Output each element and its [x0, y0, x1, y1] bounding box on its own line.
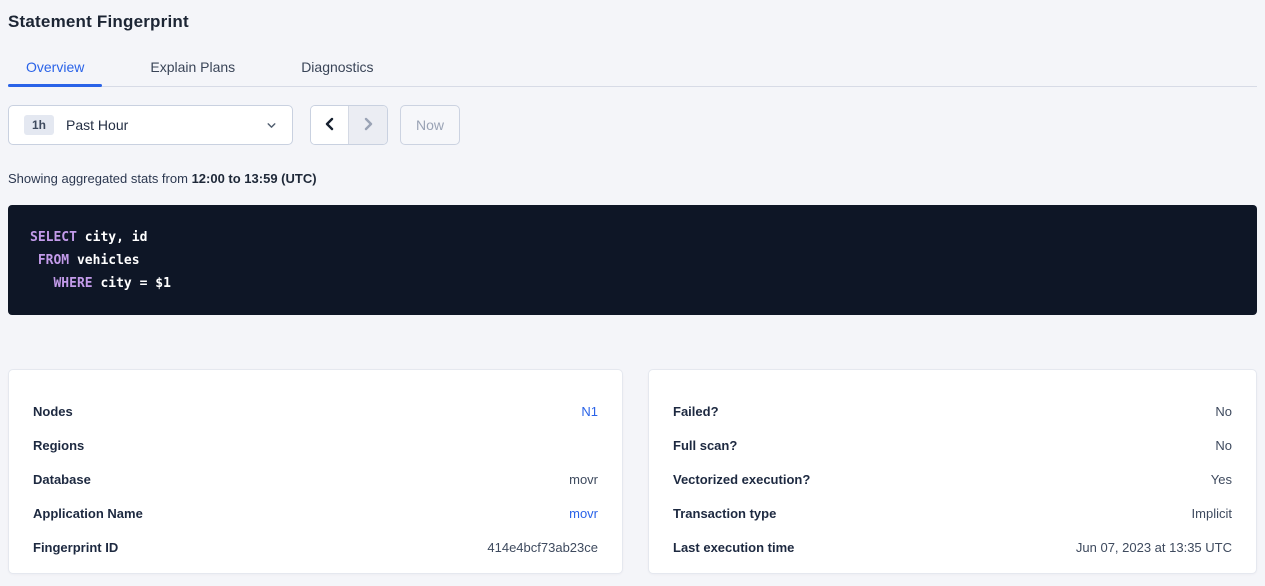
statement-fingerprint-page: Statement Fingerprint Overview Explain P… — [0, 0, 1265, 574]
detail-row-nodes: Nodes N1 — [33, 394, 598, 428]
detail-row-full-scan: Full scan? No — [673, 428, 1232, 462]
stats-caption-prefix: Showing aggregated stats from — [8, 171, 192, 186]
time-controls: 1h Past Hour Now — [8, 105, 1257, 145]
failed-label: Failed? — [673, 404, 719, 419]
transaction-type-label: Transaction type — [673, 506, 776, 521]
fingerprint-id-value: 414e4bcf73ab23ce — [487, 540, 598, 555]
nodes-value-link[interactable]: N1 — [581, 404, 598, 419]
fingerprint-id-label: Fingerprint ID — [33, 540, 118, 555]
tab-bar: Overview Explain Plans Diagnostics — [8, 47, 1257, 87]
last-execution-time-label: Last execution time — [673, 540, 794, 555]
detail-row-last-execution-time: Last execution time Jun 07, 2023 at 13:3… — [673, 530, 1232, 564]
tab-diagnostics[interactable]: Diagnostics — [283, 47, 391, 86]
detail-row-vectorized-execution: Vectorized execution? Yes — [673, 462, 1232, 496]
failed-value: No — [1215, 404, 1232, 419]
detail-row-fingerprint-id: Fingerprint ID 414e4bcf73ab23ce — [33, 530, 598, 564]
stats-time-range: 12:00 to 13:59 (UTC) — [192, 171, 317, 186]
last-execution-time-value: Jun 07, 2023 at 13:35 UTC — [1076, 540, 1232, 555]
sql-statement: SELECT city, id FROM vehicles WHERE city… — [30, 226, 1235, 295]
detail-row-database: Database movr — [33, 462, 598, 496]
now-button[interactable]: Now — [400, 105, 460, 145]
sql-keyword: SELECT — [30, 230, 77, 245]
aggregated-stats-caption: Showing aggregated stats from 12:00 to 1… — [8, 171, 1257, 186]
detail-row-transaction-type: Transaction type Implicit — [673, 496, 1232, 530]
time-step-button-group — [310, 105, 388, 145]
application-name-value-link[interactable]: movr — [569, 506, 598, 521]
full-scan-value: No — [1215, 438, 1232, 453]
sql-keyword: WHERE — [53, 276, 92, 291]
detail-row-regions: Regions — [33, 428, 598, 462]
regions-label: Regions — [33, 438, 84, 453]
tab-overview[interactable]: Overview — [8, 47, 102, 86]
statement-attributes-card: Nodes N1 Regions Database movr Applicati… — [8, 369, 623, 574]
time-range-badge: 1h — [24, 115, 54, 135]
time-range-selected-label: Past Hour — [66, 117, 128, 133]
chevron-right-icon — [360, 116, 376, 135]
sql-line: FROM vehicles — [30, 253, 140, 268]
sql-keyword: FROM — [38, 253, 69, 268]
detail-row-application-name: Application Name movr — [33, 496, 598, 530]
tab-explain-plans[interactable]: Explain Plans — [132, 47, 253, 86]
transaction-type-value: Implicit — [1192, 506, 1232, 521]
page-title: Statement Fingerprint — [8, 12, 1257, 32]
full-scan-label: Full scan? — [673, 438, 737, 453]
database-value: movr — [569, 472, 598, 487]
chevron-down-icon — [265, 119, 278, 132]
next-time-button[interactable] — [349, 106, 387, 144]
time-range-dropdown[interactable]: 1h Past Hour — [8, 105, 293, 145]
application-name-label: Application Name — [33, 506, 143, 521]
database-label: Database — [33, 472, 91, 487]
chevron-left-icon — [322, 116, 338, 135]
sql-statement-box: SELECT city, id FROM vehicles WHERE city… — [8, 205, 1257, 315]
execution-attributes-card: Failed? No Full scan? No Vectorized exec… — [648, 369, 1257, 574]
vectorized-execution-label: Vectorized execution? — [673, 472, 810, 487]
sql-line: SELECT city, id — [30, 230, 147, 245]
vectorized-execution-value: Yes — [1211, 472, 1232, 487]
sql-line: WHERE city = $1 — [30, 276, 171, 291]
detail-cards: Nodes N1 Regions Database movr Applicati… — [8, 369, 1257, 574]
nodes-label: Nodes — [33, 404, 73, 419]
detail-row-failed: Failed? No — [673, 394, 1232, 428]
previous-time-button[interactable] — [311, 106, 349, 144]
